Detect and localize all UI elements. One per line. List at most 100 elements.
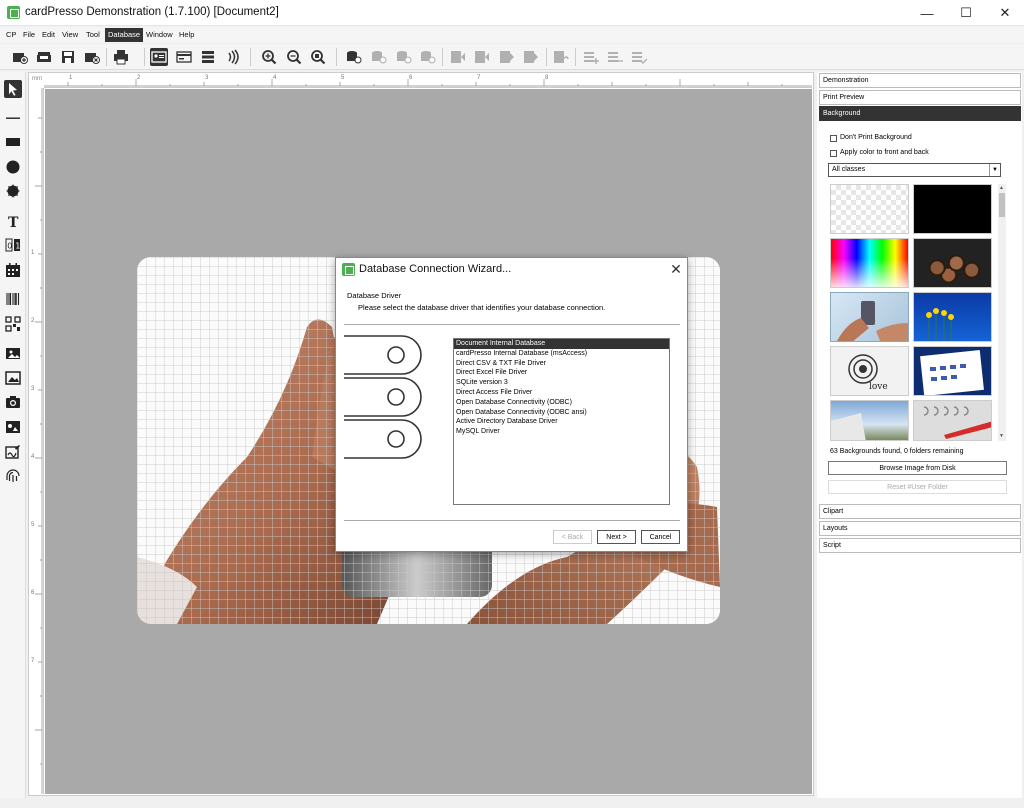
menu-tool[interactable]: Tool	[86, 30, 100, 39]
window-title: cardPresso Demonstration (1.7.100) [Docu…	[25, 6, 279, 18]
db-next-record-icon[interactable]	[498, 48, 516, 66]
save-icon[interactable]	[59, 48, 77, 66]
cancel-button[interactable]: Cancel	[641, 530, 680, 544]
list-item[interactable]: cardPresso Internal Database (msAccess)	[454, 349, 669, 359]
ruler-tick-label: 1	[69, 75, 73, 81]
db-view-icon[interactable]	[345, 48, 363, 66]
ellipse-icon[interactable]	[4, 158, 22, 176]
thumbnail-transparent[interactable]	[830, 184, 909, 234]
scrollbar-thumb[interactable]	[999, 193, 1005, 217]
fingerprint-icon[interactable]	[4, 467, 22, 485]
zoom-fit-icon[interactable]	[309, 48, 327, 66]
text-icon[interactable]: T	[4, 212, 22, 230]
db-remove-icon[interactable]	[606, 48, 624, 66]
db-ok-icon[interactable]	[630, 48, 648, 66]
thumbnail-building-sky[interactable]	[830, 400, 909, 441]
db-prev-record-icon[interactable]	[473, 48, 491, 66]
menu-logo[interactable]: CP	[6, 30, 16, 39]
list-item[interactable]: Direct Excel File Driver	[454, 368, 669, 378]
menu-view[interactable]: View	[62, 30, 78, 39]
qrcode-icon[interactable]	[4, 315, 22, 333]
card-back-icon[interactable]	[175, 48, 193, 66]
card-front-icon[interactable]	[150, 48, 168, 66]
select-icon[interactable]	[4, 80, 22, 98]
reset-user-folder-button[interactable]: Reset #User Folder	[828, 480, 1007, 494]
image-icon[interactable]	[4, 369, 22, 387]
db-first-record-icon[interactable]	[449, 48, 467, 66]
section-print-preview[interactable]: Print Preview	[819, 90, 1021, 105]
menu-edit[interactable]: Edit	[42, 30, 55, 39]
new-document-icon[interactable]	[11, 48, 29, 66]
db-undo-icon[interactable]	[552, 48, 570, 66]
thumbnail-love-target[interactable]: love	[830, 346, 909, 396]
thumbnail-notebook-pen[interactable]	[913, 400, 992, 441]
thumbnails-scrollbar[interactable]	[998, 184, 1006, 441]
svg-text:0: 0	[7, 242, 12, 251]
close-window-button[interactable]: ✕	[986, 0, 1024, 26]
browse-image-button[interactable]: Browse Image from Disk	[828, 461, 1007, 475]
zoom-in-icon[interactable]	[260, 48, 278, 66]
camera-icon[interactable]	[4, 393, 22, 411]
image-photo-icon[interactable]	[4, 344, 22, 362]
ruler-tick-label: 5	[31, 522, 35, 528]
list-item[interactable]: Active Directory Database Driver	[454, 417, 669, 427]
contactless-icon[interactable]	[223, 48, 241, 66]
db-add-icon[interactable]	[582, 48, 600, 66]
calendar-icon[interactable]	[4, 261, 22, 279]
star-icon[interactable]	[4, 182, 22, 200]
thumbnail-color-spectrum[interactable]	[830, 238, 909, 288]
db-prev-icon[interactable]	[395, 48, 413, 66]
class-select[interactable]: All classes	[828, 163, 1001, 177]
db-refresh-icon[interactable]	[419, 48, 437, 66]
zoom-out-icon[interactable]	[285, 48, 303, 66]
thumbnail-calendar[interactable]	[913, 346, 992, 396]
thumbnail-hands-phone[interactable]	[830, 292, 909, 342]
minimize-button[interactable]: —	[908, 0, 946, 26]
dialog-description: Please select the database driver that i…	[358, 303, 606, 312]
section-clipart[interactable]: Clipart	[819, 504, 1021, 519]
back-button[interactable]: < Back	[553, 530, 592, 544]
scroll-up-icon[interactable]: ▲	[999, 185, 1004, 191]
barcode-icon[interactable]	[4, 290, 22, 308]
menu-help[interactable]: Help	[179, 30, 194, 39]
signature-image-icon[interactable]	[4, 418, 22, 436]
print-icon[interactable]	[112, 48, 130, 66]
list-item[interactable]: Open Database Connectivity (ODBC)	[454, 398, 669, 408]
magstripe-icon[interactable]	[199, 48, 217, 66]
menu-file[interactable]: File	[23, 30, 35, 39]
maximize-button[interactable]: ☐	[947, 0, 985, 26]
line-icon[interactable]	[4, 109, 22, 127]
apply-color-checkbox[interactable]	[830, 150, 837, 157]
dialog-close-button[interactable]: ✕	[668, 261, 684, 277]
thumbnail-black[interactable]	[913, 184, 992, 234]
dont-print-checkbox[interactable]	[830, 135, 837, 142]
db-last-record-icon[interactable]	[522, 48, 540, 66]
list-item[interactable]: Direct CSV & TXT File Driver	[454, 359, 669, 369]
section-layouts[interactable]: Layouts	[819, 521, 1021, 536]
signature-icon[interactable]	[4, 443, 22, 461]
list-item[interactable]: MySQL Driver	[454, 427, 669, 437]
menu-window[interactable]: Window	[146, 30, 173, 39]
ruler-tick-label: 2	[137, 75, 141, 81]
close-document-icon[interactable]	[83, 48, 101, 66]
list-item[interactable]: SQLite version 3	[454, 378, 669, 388]
list-item[interactable]: Open Database Connectivity (ODBC ansi)	[454, 408, 669, 418]
ruler-tick-label: 3	[205, 75, 209, 81]
next-button[interactable]: Next >	[597, 530, 636, 544]
open-icon[interactable]	[35, 48, 53, 66]
chevron-down-icon[interactable]: ▼	[989, 164, 1000, 176]
section-background[interactable]: Background	[819, 106, 1021, 121]
ruler-unit-label: mm	[32, 76, 42, 82]
thumbnail-wood-logs[interactable]	[913, 238, 992, 288]
db-first-icon[interactable]	[370, 48, 388, 66]
counter-icon[interactable]: 01	[4, 236, 22, 254]
list-item[interactable]: Document Internal Database	[454, 339, 669, 349]
section-script[interactable]: Script	[819, 538, 1021, 553]
thumbnail-yellow-flowers[interactable]	[913, 292, 992, 342]
menu-database[interactable]: Database	[105, 28, 144, 42]
driver-list[interactable]: Document Internal Database cardPresso In…	[453, 338, 670, 505]
list-item[interactable]: Direct Access File Driver	[454, 388, 669, 398]
section-demonstration[interactable]: Demonstration	[819, 73, 1021, 88]
rectangle-icon[interactable]	[4, 133, 22, 151]
scroll-down-icon[interactable]: ▼	[999, 433, 1004, 439]
